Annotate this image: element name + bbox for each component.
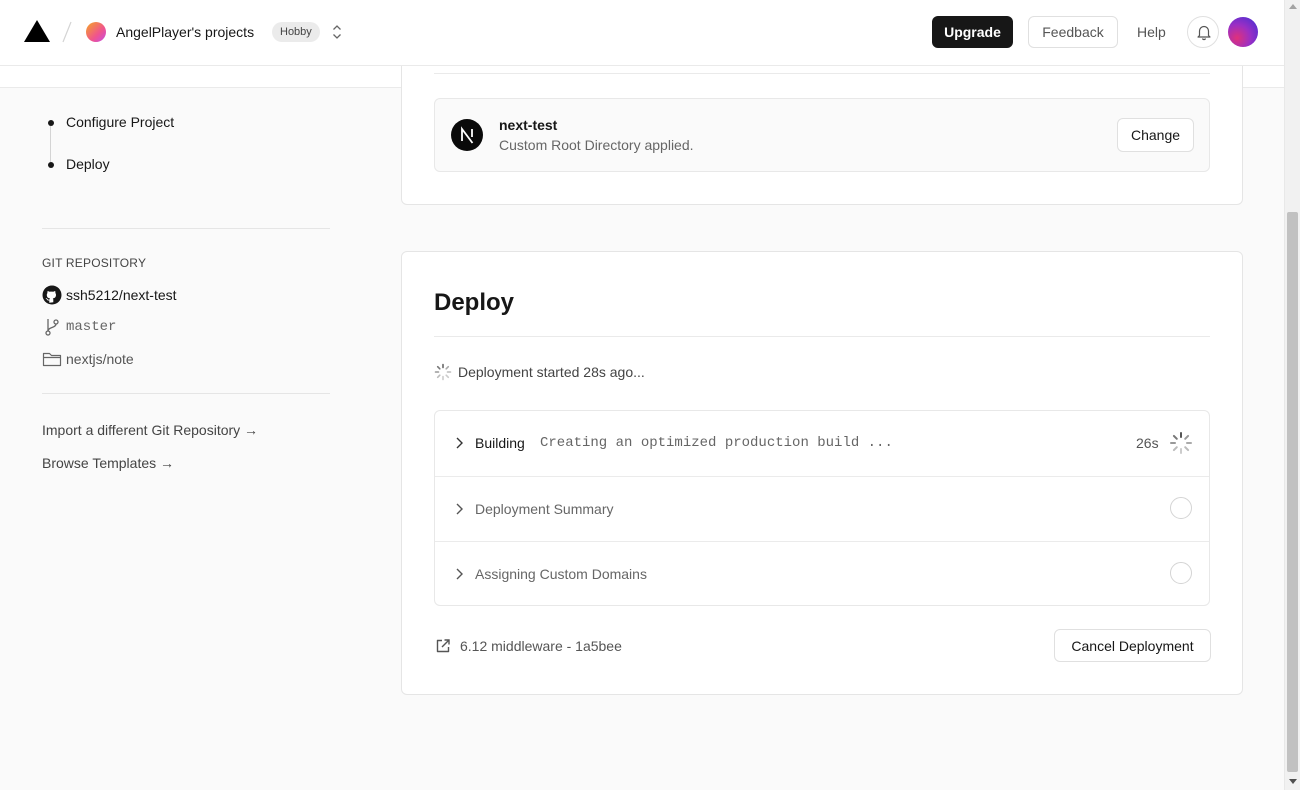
deployment-status-text: Deployment started 28s ago... <box>458 364 645 380</box>
spinner-icon <box>434 363 452 381</box>
chevron-right-icon <box>456 568 463 580</box>
step-dot <box>48 120 54 126</box>
team-name[interactable]: AngelPlayer's projects <box>116 24 254 40</box>
external-link-icon <box>436 639 450 653</box>
step-label: Configure Project <box>66 114 175 130</box>
upgrade-button[interactable]: Upgrade <box>932 16 1013 48</box>
step-message: Creating an optimized production build .… <box>540 435 893 451</box>
team-switcher-chevrons-icon[interactable] <box>329 22 345 42</box>
step-title: Assigning Custom Domains <box>475 566 647 582</box>
import-git-repository-link[interactable]: Import a different Git Repository → <box>42 422 258 438</box>
build-step-deployment-summary[interactable]: Deployment Summary <box>435 476 1209 541</box>
scroll-down-arrow[interactable] <box>1289 779 1297 784</box>
help-link[interactable]: Help <box>1137 24 1166 40</box>
deploy-steps: Building Creating an optimized productio… <box>434 410 1210 606</box>
github-icon <box>42 285 62 305</box>
notifications-button[interactable] <box>1187 16 1219 48</box>
root-directory-row: nextjs/note <box>42 349 134 369</box>
steps-connector <box>50 126 51 162</box>
git-repo-row[interactable]: ssh5212/next-test <box>42 285 177 305</box>
git-repository-heading: GIT REPOSITORY <box>42 256 147 270</box>
card-divider <box>434 73 1210 74</box>
scroll-thumb[interactable] <box>1287 212 1298 772</box>
build-step-assigning-domains[interactable]: Assigning Custom Domains <box>435 541 1209 605</box>
sidebar-divider <box>42 393 330 394</box>
deploy-card: Deploy Deployment started 28s ago... Bui… <box>401 251 1243 695</box>
commit-link[interactable]: 6.12 middleware - 1a5bee <box>434 636 622 656</box>
user-avatar[interactable] <box>1228 17 1258 47</box>
step-title: Deployment Summary <box>475 501 614 517</box>
breadcrumb-separator <box>62 21 72 43</box>
plan-badge: Hobby <box>272 22 320 42</box>
top-header: AngelPlayer's projects Hobby Upgrade Fee… <box>0 0 1284 66</box>
branch-name: master <box>66 319 117 335</box>
git-branch-row: master <box>42 317 116 337</box>
feedback-button[interactable]: Feedback <box>1028 16 1118 48</box>
bell-icon <box>1197 25 1211 41</box>
root-directory: nextjs/note <box>66 351 134 367</box>
project-subtitle: Custom Root Directory applied. <box>499 137 694 153</box>
cancel-deployment-button[interactable]: Cancel Deployment <box>1054 629 1211 662</box>
step-title: Building <box>475 435 525 451</box>
browse-templates-link[interactable]: Browse Templates → <box>42 455 174 471</box>
pending-circle-icon <box>1170 562 1192 584</box>
card-divider <box>434 336 1210 337</box>
step-dot <box>48 162 54 168</box>
nextjs-logo-icon <box>451 119 483 151</box>
commit-message: 6.12 middleware - 1a5bee <box>460 638 622 654</box>
git-branch-icon <box>45 319 59 336</box>
vertical-scrollbar[interactable] <box>1284 0 1300 790</box>
chevron-right-icon <box>456 437 463 449</box>
folder-icon <box>42 352 62 367</box>
spinner-icon <box>1170 432 1192 454</box>
change-button[interactable]: Change <box>1117 118 1194 152</box>
sidebar-divider <box>42 228 330 229</box>
chevron-right-icon <box>456 503 463 515</box>
project-box: next-test Custom Root Directory applied.… <box>434 98 1210 172</box>
project-name: next-test <box>499 117 558 133</box>
step-label: Deploy <box>66 156 110 172</box>
pending-circle-icon <box>1170 497 1192 519</box>
scroll-up-arrow[interactable] <box>1289 4 1297 9</box>
repo-name: ssh5212/next-test <box>66 287 177 303</box>
build-step-building[interactable]: Building Creating an optimized productio… <box>435 411 1209 476</box>
deployment-status: Deployment started 28s ago... <box>434 363 645 381</box>
vercel-logo-icon[interactable] <box>24 20 50 42</box>
step-elapsed-time: 26s <box>1136 435 1159 451</box>
team-avatar[interactable] <box>86 22 106 42</box>
deploy-title: Deploy <box>434 289 515 316</box>
